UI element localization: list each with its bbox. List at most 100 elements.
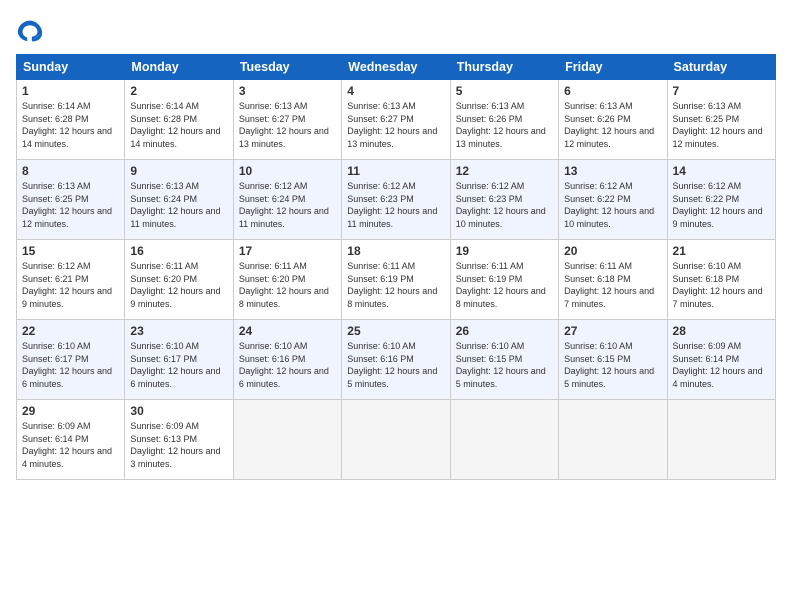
day-number: 24: [239, 324, 336, 338]
calendar-cell: 17 Sunrise: 6:11 AM Sunset: 6:20 PM Dayl…: [233, 240, 341, 320]
calendar-cell: 26 Sunrise: 6:10 AM Sunset: 6:15 PM Dayl…: [450, 320, 558, 400]
calendar-week-row: 1 Sunrise: 6:14 AM Sunset: 6:28 PM Dayli…: [17, 80, 776, 160]
calendar-week-row: 8 Sunrise: 6:13 AM Sunset: 6:25 PM Dayli…: [17, 160, 776, 240]
calendar-cell: 2 Sunrise: 6:14 AM Sunset: 6:28 PM Dayli…: [125, 80, 233, 160]
col-header-thursday: Thursday: [450, 55, 558, 80]
day-number: 23: [130, 324, 227, 338]
day-info: Sunrise: 6:13 AM Sunset: 6:25 PM Dayligh…: [673, 100, 770, 150]
calendar-cell: 30 Sunrise: 6:09 AM Sunset: 6:13 PM Dayl…: [125, 400, 233, 480]
calendar-cell: 14 Sunrise: 6:12 AM Sunset: 6:22 PM Dayl…: [667, 160, 775, 240]
col-header-friday: Friday: [559, 55, 667, 80]
day-info: Sunrise: 6:09 AM Sunset: 6:13 PM Dayligh…: [130, 420, 227, 470]
day-info: Sunrise: 6:13 AM Sunset: 6:26 PM Dayligh…: [564, 100, 661, 150]
day-number: 20: [564, 244, 661, 258]
calendar-cell: 10 Sunrise: 6:12 AM Sunset: 6:24 PM Dayl…: [233, 160, 341, 240]
day-number: 13: [564, 164, 661, 178]
day-info: Sunrise: 6:12 AM Sunset: 6:23 PM Dayligh…: [347, 180, 444, 230]
day-info: Sunrise: 6:12 AM Sunset: 6:21 PM Dayligh…: [22, 260, 119, 310]
page: SundayMondayTuesdayWednesdayThursdayFrid…: [0, 0, 792, 612]
col-header-tuesday: Tuesday: [233, 55, 341, 80]
day-number: 18: [347, 244, 444, 258]
calendar-cell: 3 Sunrise: 6:13 AM Sunset: 6:27 PM Dayli…: [233, 80, 341, 160]
calendar-cell: 28 Sunrise: 6:09 AM Sunset: 6:14 PM Dayl…: [667, 320, 775, 400]
day-number: 8: [22, 164, 119, 178]
calendar-cell: 21 Sunrise: 6:10 AM Sunset: 6:18 PM Dayl…: [667, 240, 775, 320]
calendar-week-row: 29 Sunrise: 6:09 AM Sunset: 6:14 PM Dayl…: [17, 400, 776, 480]
day-number: 12: [456, 164, 553, 178]
day-number: 3: [239, 84, 336, 98]
day-number: 17: [239, 244, 336, 258]
day-number: 27: [564, 324, 661, 338]
day-info: Sunrise: 6:10 AM Sunset: 6:15 PM Dayligh…: [456, 340, 553, 390]
day-number: 19: [456, 244, 553, 258]
calendar-cell: 15 Sunrise: 6:12 AM Sunset: 6:21 PM Dayl…: [17, 240, 125, 320]
calendar-cell: 1 Sunrise: 6:14 AM Sunset: 6:28 PM Dayli…: [17, 80, 125, 160]
day-info: Sunrise: 6:10 AM Sunset: 6:16 PM Dayligh…: [347, 340, 444, 390]
day-info: Sunrise: 6:14 AM Sunset: 6:28 PM Dayligh…: [22, 100, 119, 150]
day-info: Sunrise: 6:13 AM Sunset: 6:24 PM Dayligh…: [130, 180, 227, 230]
day-info: Sunrise: 6:13 AM Sunset: 6:25 PM Dayligh…: [22, 180, 119, 230]
day-info: Sunrise: 6:11 AM Sunset: 6:20 PM Dayligh…: [239, 260, 336, 310]
calendar-header-row: SundayMondayTuesdayWednesdayThursdayFrid…: [17, 55, 776, 80]
calendar-cell: 18 Sunrise: 6:11 AM Sunset: 6:19 PM Dayl…: [342, 240, 450, 320]
day-info: Sunrise: 6:12 AM Sunset: 6:24 PM Dayligh…: [239, 180, 336, 230]
calendar-cell: 29 Sunrise: 6:09 AM Sunset: 6:14 PM Dayl…: [17, 400, 125, 480]
day-number: 1: [22, 84, 119, 98]
day-info: Sunrise: 6:10 AM Sunset: 6:17 PM Dayligh…: [130, 340, 227, 390]
day-number: 30: [130, 404, 227, 418]
day-number: 10: [239, 164, 336, 178]
calendar-cell: 6 Sunrise: 6:13 AM Sunset: 6:26 PM Dayli…: [559, 80, 667, 160]
col-header-wednesday: Wednesday: [342, 55, 450, 80]
col-header-sunday: Sunday: [17, 55, 125, 80]
day-info: Sunrise: 6:11 AM Sunset: 6:20 PM Dayligh…: [130, 260, 227, 310]
day-number: 11: [347, 164, 444, 178]
day-info: Sunrise: 6:14 AM Sunset: 6:28 PM Dayligh…: [130, 100, 227, 150]
day-number: 16: [130, 244, 227, 258]
day-info: Sunrise: 6:13 AM Sunset: 6:27 PM Dayligh…: [347, 100, 444, 150]
day-number: 15: [22, 244, 119, 258]
day-number: 4: [347, 84, 444, 98]
day-number: 25: [347, 324, 444, 338]
day-info: Sunrise: 6:11 AM Sunset: 6:19 PM Dayligh…: [347, 260, 444, 310]
day-number: 7: [673, 84, 770, 98]
calendar-cell: 8 Sunrise: 6:13 AM Sunset: 6:25 PM Dayli…: [17, 160, 125, 240]
calendar-cell: 27 Sunrise: 6:10 AM Sunset: 6:15 PM Dayl…: [559, 320, 667, 400]
day-number: 6: [564, 84, 661, 98]
header: [16, 16, 776, 44]
calendar-cell: 23 Sunrise: 6:10 AM Sunset: 6:17 PM Dayl…: [125, 320, 233, 400]
calendar-week-row: 15 Sunrise: 6:12 AM Sunset: 6:21 PM Dayl…: [17, 240, 776, 320]
day-number: 14: [673, 164, 770, 178]
day-info: Sunrise: 6:12 AM Sunset: 6:22 PM Dayligh…: [673, 180, 770, 230]
calendar-cell: [667, 400, 775, 480]
day-number: 2: [130, 84, 227, 98]
day-number: 29: [22, 404, 119, 418]
calendar-cell: 22 Sunrise: 6:10 AM Sunset: 6:17 PM Dayl…: [17, 320, 125, 400]
calendar-cell: 12 Sunrise: 6:12 AM Sunset: 6:23 PM Dayl…: [450, 160, 558, 240]
calendar: SundayMondayTuesdayWednesdayThursdayFrid…: [16, 54, 776, 480]
calendar-cell: 24 Sunrise: 6:10 AM Sunset: 6:16 PM Dayl…: [233, 320, 341, 400]
day-number: 21: [673, 244, 770, 258]
day-info: Sunrise: 6:13 AM Sunset: 6:26 PM Dayligh…: [456, 100, 553, 150]
calendar-cell: 19 Sunrise: 6:11 AM Sunset: 6:19 PM Dayl…: [450, 240, 558, 320]
day-info: Sunrise: 6:09 AM Sunset: 6:14 PM Dayligh…: [673, 340, 770, 390]
day-info: Sunrise: 6:09 AM Sunset: 6:14 PM Dayligh…: [22, 420, 119, 470]
logo: [16, 16, 48, 44]
calendar-cell: 7 Sunrise: 6:13 AM Sunset: 6:25 PM Dayli…: [667, 80, 775, 160]
calendar-cell: [342, 400, 450, 480]
calendar-cell: 20 Sunrise: 6:11 AM Sunset: 6:18 PM Dayl…: [559, 240, 667, 320]
day-number: 28: [673, 324, 770, 338]
col-header-saturday: Saturday: [667, 55, 775, 80]
calendar-cell: [450, 400, 558, 480]
calendar-cell: 13 Sunrise: 6:12 AM Sunset: 6:22 PM Dayl…: [559, 160, 667, 240]
day-info: Sunrise: 6:12 AM Sunset: 6:23 PM Dayligh…: [456, 180, 553, 230]
day-number: 26: [456, 324, 553, 338]
col-header-monday: Monday: [125, 55, 233, 80]
day-info: Sunrise: 6:10 AM Sunset: 6:16 PM Dayligh…: [239, 340, 336, 390]
day-info: Sunrise: 6:11 AM Sunset: 6:19 PM Dayligh…: [456, 260, 553, 310]
calendar-cell: 9 Sunrise: 6:13 AM Sunset: 6:24 PM Dayli…: [125, 160, 233, 240]
day-info: Sunrise: 6:10 AM Sunset: 6:18 PM Dayligh…: [673, 260, 770, 310]
calendar-cell: 11 Sunrise: 6:12 AM Sunset: 6:23 PM Dayl…: [342, 160, 450, 240]
calendar-cell: [233, 400, 341, 480]
day-info: Sunrise: 6:12 AM Sunset: 6:22 PM Dayligh…: [564, 180, 661, 230]
day-info: Sunrise: 6:10 AM Sunset: 6:15 PM Dayligh…: [564, 340, 661, 390]
